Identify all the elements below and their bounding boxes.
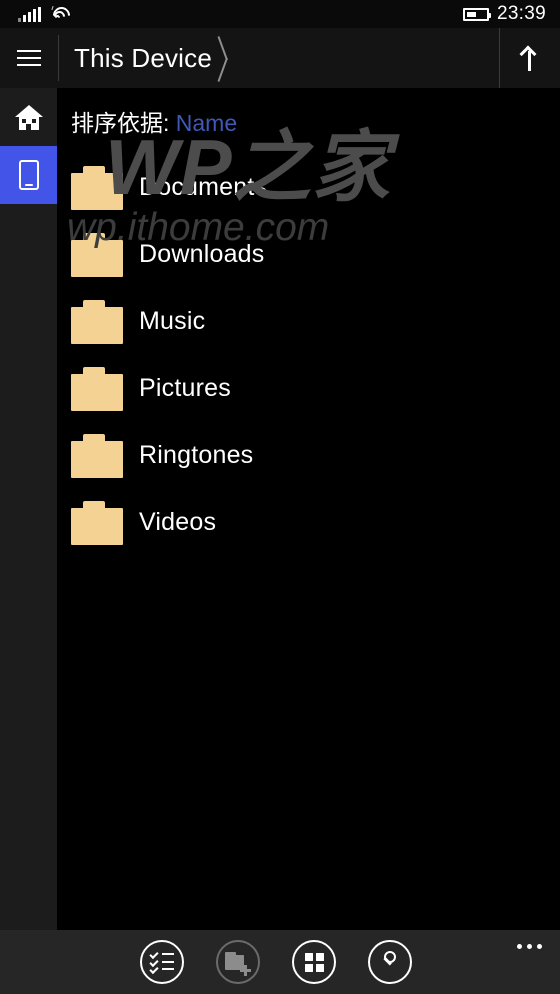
file-list-panel: 排序依据: Name Documents Downloads Music Pic…: [57, 88, 560, 930]
rail-item-this-device[interactable]: [0, 146, 57, 204]
rail-item-home[interactable]: [0, 88, 57, 146]
cellular-signal-icon: [18, 7, 41, 22]
list-item[interactable]: Pictures: [57, 355, 560, 422]
folder-icon: [71, 500, 123, 545]
list-item[interactable]: Videos: [57, 489, 560, 556]
bottom-app-bar: [0, 930, 560, 994]
search-button[interactable]: [368, 940, 412, 984]
home-icon: [14, 104, 43, 130]
chevron-right-icon: [222, 35, 244, 81]
list-item[interactable]: Documents: [57, 154, 560, 221]
new-folder-button[interactable]: [216, 940, 260, 984]
wifi-icon: [49, 3, 74, 28]
list-item[interactable]: Downloads: [57, 221, 560, 288]
list-item-label: Pictures: [139, 374, 231, 402]
select-items-button[interactable]: [140, 940, 184, 984]
checklist-icon: [149, 949, 174, 975]
folder-icon: [71, 165, 123, 210]
folder-icon: [71, 366, 123, 411]
breadcrumb[interactable]: This Device: [59, 28, 499, 88]
phone-icon: [18, 160, 39, 190]
list-item-label: Videos: [139, 508, 217, 536]
battery-icon: [462, 7, 491, 21]
folder-icon: [71, 299, 123, 344]
list-item[interactable]: Music: [57, 288, 560, 355]
grid-view-icon: [304, 952, 324, 972]
sort-by-header[interactable]: 排序依据: Name: [57, 88, 560, 150]
list-item-label: Downloads: [139, 240, 265, 268]
search-icon: [379, 951, 401, 973]
navigation-rail: [0, 88, 57, 930]
list-item-label: Ringtones: [139, 441, 254, 469]
status-bar-left-group: [18, 3, 74, 28]
status-bar-clock: 23:39: [496, 3, 546, 24]
list-item-label: Music: [139, 307, 206, 335]
folder-icon: [71, 433, 123, 478]
new-folder-icon: [225, 951, 251, 976]
sort-by-label: 排序依据:: [71, 110, 176, 136]
file-list: Documents Downloads Music Pictures Ringt…: [57, 150, 560, 556]
folder-icon: [71, 232, 123, 277]
sort-by-value[interactable]: Name: [176, 110, 237, 136]
system-status-bar: 23:39: [0, 0, 560, 28]
app-title-bar: This Device: [0, 28, 560, 88]
breadcrumb-label: This Device: [74, 42, 213, 73]
arrow-up-icon: [519, 45, 541, 71]
list-item[interactable]: Ringtones: [57, 422, 560, 489]
hamburger-menu-icon[interactable]: [0, 28, 58, 88]
more-options-button[interactable]: [517, 944, 542, 949]
app-bar-button-group: [140, 940, 412, 984]
navigate-up-button[interactable]: [500, 28, 560, 88]
list-item-label: Documents: [139, 173, 268, 201]
file-explorer-app: 23:39 This Device 排序依据: Name Documents D…: [0, 0, 560, 994]
status-bar-right-group: 23:39: [462, 3, 546, 25]
view-grid-button[interactable]: [292, 940, 336, 984]
